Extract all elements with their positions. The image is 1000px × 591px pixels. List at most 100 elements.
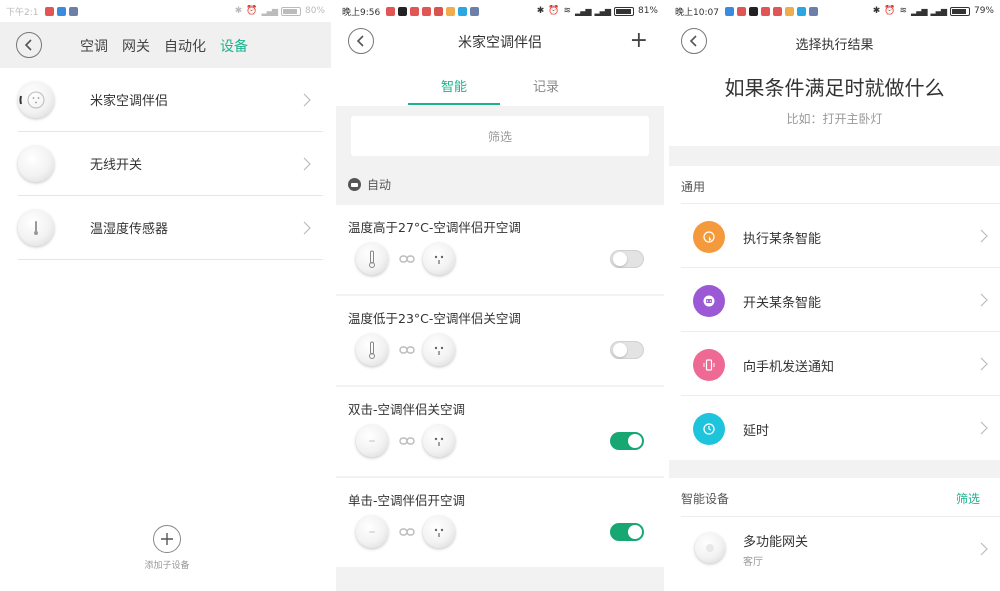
- battery-percent: 80%: [304, 6, 325, 16]
- three-screenshot-collage: 下午2:1 ✱ ⏰ ▂▄▆ 80% 空调 网关 自动化 设备 米家空调伴侣 无线…: [0, 0, 1000, 591]
- device-row-wireless-switch[interactable]: 无线开关: [18, 132, 323, 196]
- link-icon: [399, 346, 415, 354]
- status-bar: 晚上10:07 ✱ ⏰ ≋ ▂▄▆ ▂▄▆ 79%: [669, 0, 1000, 22]
- top-bar: 米家空调伴侣 +: [336, 22, 664, 62]
- alarm-icon: ⏰: [246, 6, 258, 16]
- app-notify-icon: [772, 6, 782, 16]
- top-bar: 空调 网关 自动化 设备: [0, 22, 331, 68]
- chevron-right-icon: [303, 93, 311, 106]
- app-notify-icon: [784, 6, 794, 16]
- chevron-right-icon: [980, 421, 988, 435]
- thermometer-icon: [356, 334, 388, 366]
- app-notify-icon: [56, 6, 66, 16]
- rule-toggle[interactable]: [610, 523, 644, 541]
- section-header: 通用: [681, 180, 706, 194]
- chevron-right-icon: [303, 221, 311, 234]
- signal-icon: ▂▄▆: [594, 6, 612, 16]
- notification-icons: [386, 6, 480, 16]
- aircon-companion-icon: [18, 81, 54, 118]
- app-notify-icon: [68, 6, 78, 16]
- filter-button[interactable]: 筛选: [351, 116, 649, 156]
- section-label: 自动: [367, 178, 392, 192]
- rule-title: 双击-空调伴侣关空调: [348, 402, 466, 417]
- wireless-switch-icon: [356, 516, 388, 548]
- rule-row[interactable]: 双击-空调伴侣关空调: [336, 387, 664, 476]
- rule-row[interactable]: 温度高于27°C-空调伴侣开空调: [336, 205, 664, 294]
- device-row-gateway[interactable]: 多功能网关 客厅: [681, 516, 1000, 580]
- option-send-notification[interactable]: 向手机发送通知: [681, 331, 1000, 395]
- option-run-smart[interactable]: 执行某条智能: [681, 203, 1000, 267]
- back-button[interactable]: [16, 32, 42, 58]
- smart-rules-screen: 晚上9:56 ✱ ⏰ ≋ ▂▄▆ ▂▄▆ 81% 米家空调伴侣 + 智能 记录 …: [336, 0, 664, 591]
- option-label: 执行某条智能: [743, 232, 822, 247]
- status-bar: 下午2:1 ✱ ⏰ ▂▄▆ 80%: [0, 0, 331, 22]
- battery-icon: [280, 6, 301, 16]
- app-notify-icon: [446, 6, 456, 16]
- option-toggle-smart[interactable]: 开关某条智能: [681, 267, 1000, 331]
- app-notify-icon: [458, 6, 468, 16]
- tab-smart[interactable]: 智能: [406, 76, 502, 95]
- wireless-switch-icon: [356, 425, 388, 457]
- aircon-companion-icon: [423, 425, 455, 457]
- clock-icon: [693, 413, 725, 445]
- device-name: 温湿度传感器: [90, 222, 169, 237]
- add-subdevice-button[interactable]: [153, 525, 181, 553]
- rule-toggle[interactable]: [610, 432, 644, 450]
- robot-icon: [348, 178, 361, 191]
- wifi-icon: ≋: [563, 6, 572, 16]
- device-name: 多功能网关: [743, 535, 809, 550]
- status-time: 晚上9:56: [342, 7, 381, 18]
- chevron-left-icon: [24, 39, 32, 51]
- rule-toggle[interactable]: [610, 341, 644, 359]
- rule-title: 温度高于27°C-空调伴侣开空调: [348, 220, 521, 235]
- header-area: 选择执行结果 如果条件满足时就做什么 比如：打开主卧灯: [669, 22, 1000, 146]
- option-delay[interactable]: 延时: [681, 395, 1000, 459]
- example-hint: 比如：打开主卧灯: [786, 112, 883, 126]
- aircon-companion-icon: [423, 334, 455, 366]
- app-notify-icon: [422, 6, 432, 16]
- link-icon: [399, 437, 415, 445]
- app-notify-icon: [748, 6, 758, 16]
- rule-toggle[interactable]: [610, 250, 644, 268]
- page-title: 米家空调伴侣: [458, 35, 542, 51]
- device-list-screen: 下午2:1 ✱ ⏰ ▂▄▆ 80% 空调 网关 自动化 设备 米家空调伴侣 无线…: [0, 0, 331, 591]
- rule-row[interactable]: 单击-空调伴侣开空调: [336, 478, 664, 567]
- chevron-right-icon: [303, 157, 311, 170]
- rule-title: 温度低于23°C-空调伴侣关空调: [348, 311, 521, 326]
- bluetooth-icon: ✱: [234, 6, 243, 16]
- device-row-temp-humidity-sensor[interactable]: 温湿度传感器: [18, 196, 323, 260]
- alarm-icon: ⏰: [548, 6, 560, 16]
- chevron-right-icon: [980, 229, 988, 243]
- app-notify-icon: [410, 6, 420, 16]
- app-notify-icon: [398, 6, 408, 16]
- tab-gateway[interactable]: 网关: [122, 36, 150, 56]
- app-notify-icon: [434, 6, 444, 16]
- robot-icon: [693, 285, 725, 317]
- device-row-aircon-companion[interactable]: 米家空调伴侣: [18, 68, 323, 132]
- tab-devices[interactable]: 设备: [220, 36, 248, 56]
- rule-row[interactable]: 温度低于23°C-空调伴侣关空调: [336, 296, 664, 385]
- battery-percent: 81%: [637, 6, 658, 16]
- battery-icon: [949, 6, 970, 16]
- app-notify-icon: [760, 6, 770, 16]
- status-right: ✱ ⏰ ≋ ▂▄▆ ▂▄▆ 79%: [873, 6, 994, 16]
- device-room: 客厅: [743, 557, 763, 568]
- battery-percent: 79%: [973, 6, 994, 16]
- chevron-right-icon: [980, 542, 988, 556]
- aircon-companion-icon: [423, 516, 455, 548]
- thermometer-icon: [356, 243, 388, 275]
- alarm-icon: ⏰: [884, 6, 896, 16]
- tab-automation[interactable]: 自动化: [164, 36, 206, 56]
- tab-aircon[interactable]: 空调: [80, 36, 108, 56]
- app-notify-icon: [808, 6, 818, 16]
- status-time: 晚上10:07: [675, 7, 719, 18]
- section-header-auto: 自动: [348, 176, 391, 193]
- add-rule-button[interactable]: +: [630, 28, 648, 53]
- status-time: 下午2:1: [6, 7, 39, 18]
- tab-log[interactable]: 记录: [498, 76, 594, 95]
- category-tabs: 空调 网关 自动化 设备: [80, 36, 248, 56]
- signal-icon: ▂▄▆: [911, 6, 928, 16]
- link-icon: [399, 528, 415, 536]
- section-header: 智能设备: [681, 492, 730, 506]
- device-filter-button[interactable]: 筛选: [956, 490, 980, 507]
